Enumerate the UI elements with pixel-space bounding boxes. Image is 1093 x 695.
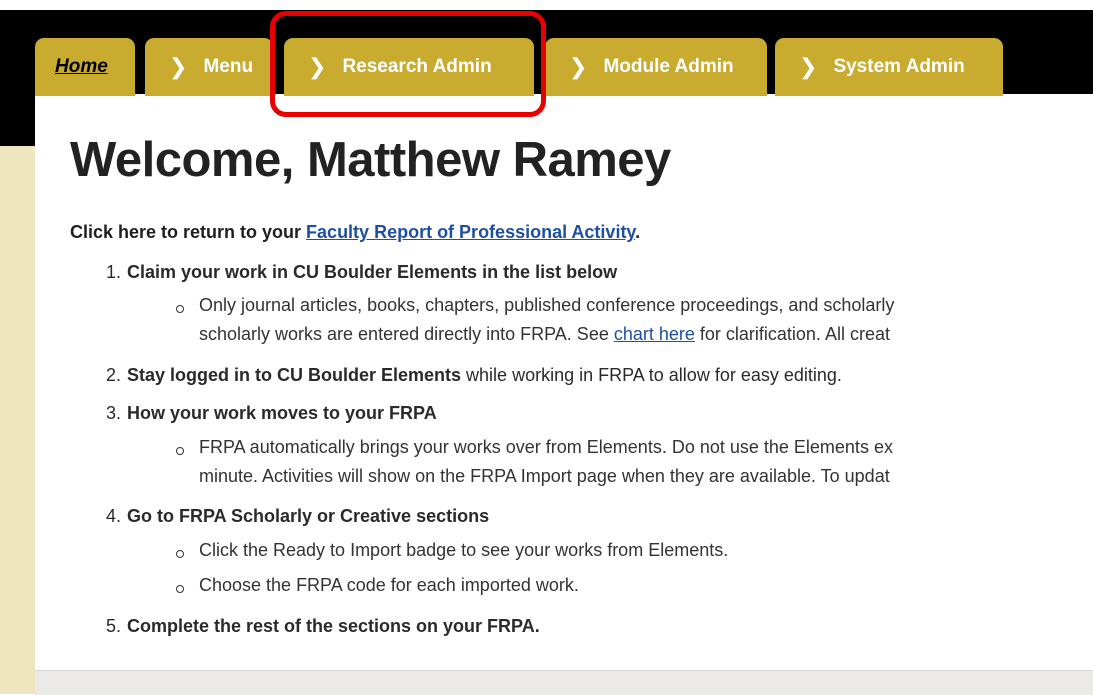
list-item: minute. Activities will show on the FRPA…: [199, 466, 890, 487]
tab-research-admin-label: Research Admin: [342, 56, 492, 77]
tab-system-admin-label: System Admin: [833, 56, 965, 77]
tab-home[interactable]: Home: [35, 38, 135, 96]
bullet-icon: [176, 550, 184, 558]
tab-menu-label: Menu: [203, 56, 254, 77]
bullet-text: Choose the FRPA code for each imported w…: [199, 575, 579, 595]
list-item: Choose the FRPA code for each imported w…: [199, 575, 579, 596]
step-number: 4.: [106, 506, 122, 526]
step-heading: Go to FRPA Scholarly or Creative section…: [127, 506, 490, 526]
list-item: Only journal articles, books, chapters, …: [199, 295, 894, 316]
return-line: Click here to return to your Faculty Rep…: [70, 222, 640, 243]
frpa-link[interactable]: Faculty Report of Professional Activity: [306, 222, 635, 242]
bullet-text: FRPA automatically brings your works ove…: [199, 437, 893, 457]
bullet-icon: [176, 305, 184, 313]
footer-band: [35, 670, 1093, 695]
left-gutter-dark: [0, 94, 35, 146]
chevron-right-icon: ❯: [569, 54, 588, 79]
left-gutter-cream: [0, 146, 35, 694]
chevron-right-icon: ❯: [169, 54, 188, 79]
step-heading: Stay logged in to CU Boulder Elements: [127, 365, 462, 385]
list-item: Click the Ready to Import badge to see y…: [199, 540, 728, 561]
chevron-right-icon: ❯: [308, 54, 327, 79]
list-item: FRPA automatically brings your works ove…: [199, 437, 893, 458]
return-prefix: Click here to return to your: [70, 222, 307, 242]
bullet-text: for clarification. All creat: [694, 324, 890, 344]
list-item: scholarly works are entered directly int…: [199, 324, 890, 345]
return-suffix: .: [635, 222, 641, 242]
tab-system-admin[interactable]: ❯ System Admin: [775, 38, 1003, 96]
step-number: 2.: [106, 365, 122, 385]
bullet-text: Only journal articles, books, chapters, …: [199, 295, 895, 315]
step-text: while working in FRPA to allow for easy …: [461, 365, 842, 385]
step-number: 3.: [106, 403, 122, 423]
step-heading: Claim your work in CU Boulder Elements i…: [127, 262, 618, 282]
chart-here-link[interactable]: chart here: [614, 324, 695, 344]
step-number: 5.: [106, 616, 122, 636]
tab-module-admin-label: Module Admin: [603, 56, 734, 77]
page-title: Welcome, Matthew Ramey: [70, 133, 671, 187]
tab-research-admin[interactable]: ❯ Research Admin: [284, 38, 534, 96]
step-heading: How your work moves to your FRPA: [127, 403, 437, 423]
step-heading: Complete the rest of the sections on you…: [127, 616, 540, 636]
tab-home-label[interactable]: Home: [55, 56, 108, 78]
bullet-icon: [176, 447, 184, 455]
bullet-icon: [176, 585, 184, 593]
bullet-text: minute. Activities will show on the FRPA…: [199, 466, 890, 486]
tab-module-admin[interactable]: ❯ Module Admin: [545, 38, 767, 96]
bullet-text: scholarly works are entered directly int…: [199, 324, 614, 344]
bullet-text: Click the Ready to Import badge to see y…: [199, 540, 729, 560]
chevron-right-icon: ❯: [799, 54, 818, 79]
step-number: 1.: [106, 262, 122, 282]
top-margin: [0, 0, 1093, 10]
tab-menu[interactable]: ❯ Menu: [145, 38, 273, 96]
